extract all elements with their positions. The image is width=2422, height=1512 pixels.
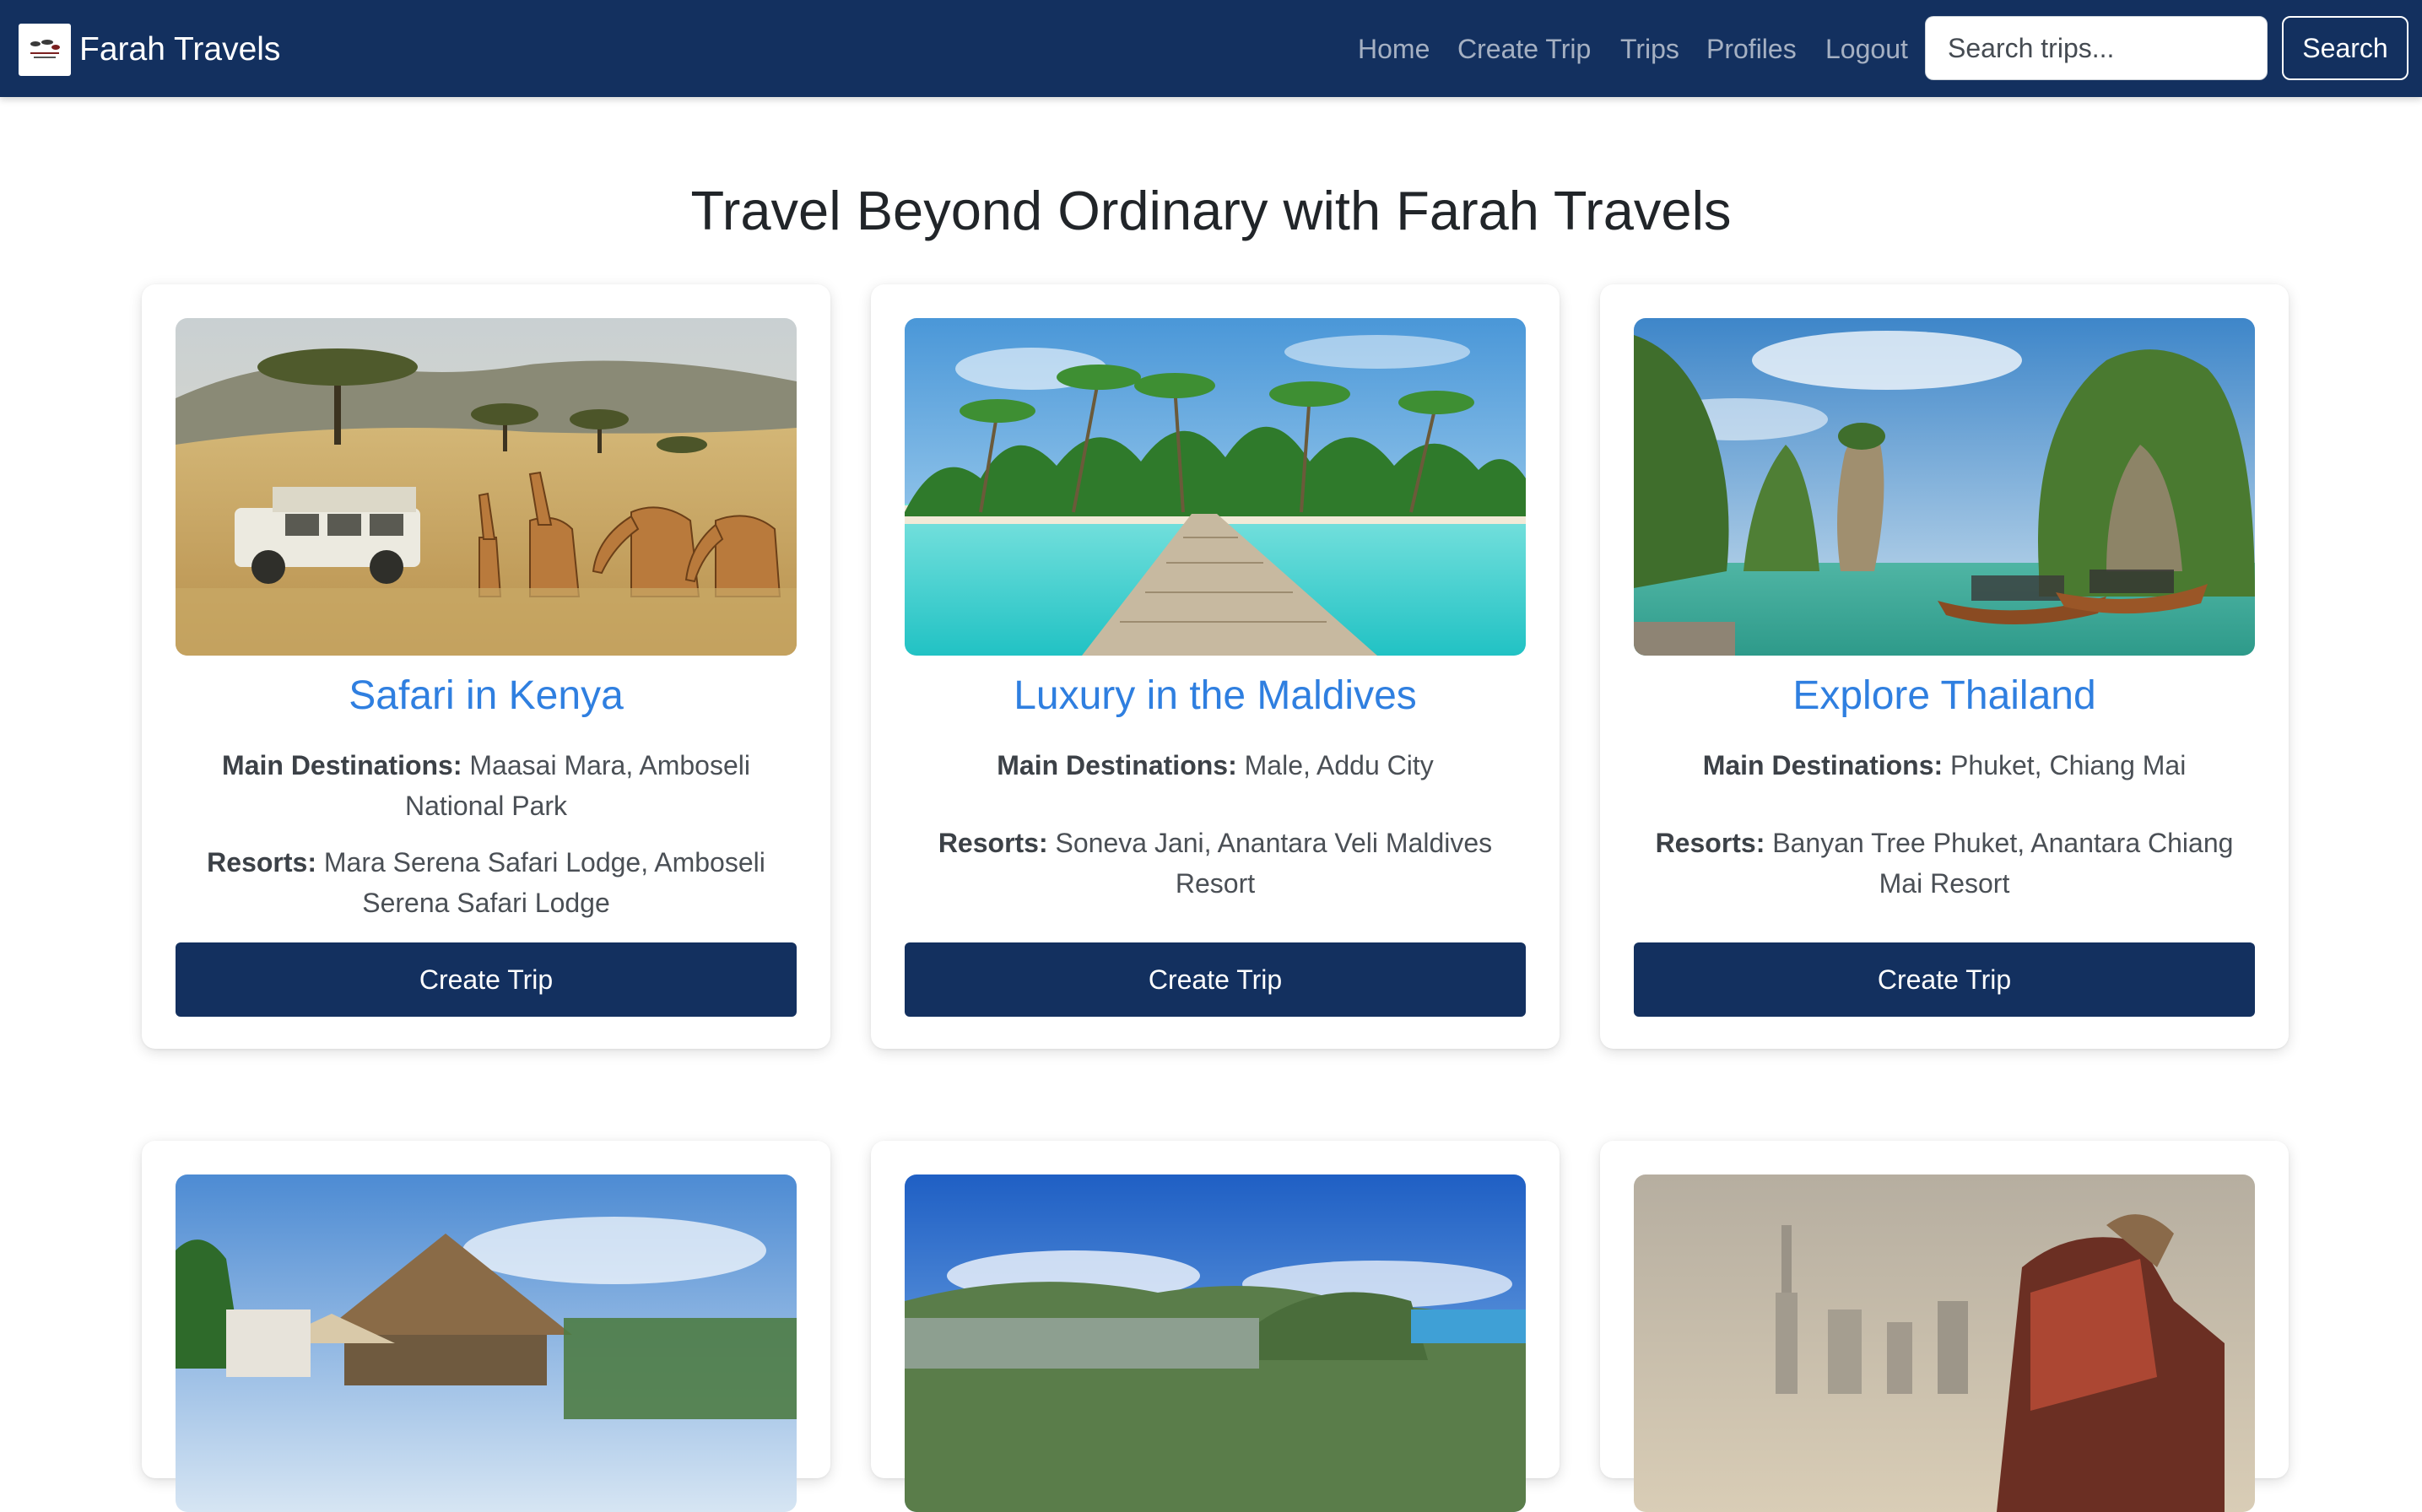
trip-image-maldives [905, 318, 1526, 656]
destinations-label: Main Destinations: [1702, 750, 1944, 780]
brand-logo [19, 24, 71, 76]
trip-resorts-thailand: Resorts: Banyan Tree Phuket, Anantara Ch… [1642, 823, 2246, 904]
trip-card-row2-1 [142, 1141, 830, 1512]
trip-card-thailand: Explore Thailand Main Destinations: Phuk… [1600, 284, 2289, 1049]
trip-card-maldives: Luxury in the Maldives Main Destinations… [871, 284, 1560, 1049]
trip-image-coast [905, 1174, 1526, 1512]
trip-image-resort [176, 1174, 797, 1512]
nav-link-trips[interactable]: Trips [1620, 30, 1679, 68]
resorts-label: Resorts: [1655, 828, 1765, 858]
trip-title-maldives[interactable]: Luxury in the Maldives [871, 671, 1560, 721]
nav-link-profiles[interactable]: Profiles [1706, 30, 1797, 68]
create-trip-button-thailand[interactable]: Create Trip [1634, 942, 2255, 1017]
trip-image-kenya [176, 318, 797, 656]
brand-title: Farah Travels [79, 31, 281, 68]
page-title: Travel Beyond Ordinary with Farah Travel… [690, 180, 1732, 241]
trip-title-thailand[interactable]: Explore Thailand [1600, 671, 2289, 721]
trip-title-kenya[interactable]: Safari in Kenya [142, 671, 830, 721]
resorts-label: Resorts: [207, 847, 316, 878]
trip-destinations-thailand: Main Destinations: Phuket, Chiang Mai [1642, 745, 2246, 786]
top-navbar: Farah Travels Home Create Trip Trips Pro… [0, 0, 2422, 97]
resorts-value: Soneva Jani, Anantara Veli Maldives Reso… [1055, 828, 1493, 899]
search-button[interactable]: Search [2282, 16, 2408, 80]
trip-image-thailand [1634, 318, 2255, 656]
brand-link[interactable]: Farah Travels [19, 24, 280, 76]
trip-image-desert [1634, 1174, 2255, 1512]
search-input[interactable] [1925, 16, 2268, 80]
trip-destinations-maldives: Main Destinations: Male, Addu City [913, 745, 1517, 786]
nav-link-logout[interactable]: Logout [1825, 30, 1908, 68]
destinations-label: Main Destinations: [222, 750, 462, 780]
trip-resorts-kenya: Resorts: Mara Serena Safari Lodge, Ambos… [184, 842, 788, 923]
destinations-label: Main Destinations: [997, 750, 1237, 780]
resorts-label: Resorts: [938, 828, 1048, 858]
trip-resorts-maldives: Resorts: Soneva Jani, Anantara Veli Mald… [913, 823, 1517, 904]
create-trip-button-maldives[interactable]: Create Trip [905, 942, 1526, 1017]
resorts-value: Banyan Tree Phuket, Anantara Chiang Mai … [1772, 828, 2234, 899]
trip-card-row2-3 [1600, 1141, 2289, 1512]
destinations-value: Phuket, Chiang Mai [1950, 750, 2187, 780]
trip-card-kenya: Safari in Kenya Main Destinations: Maasa… [142, 284, 830, 1049]
create-trip-button-kenya[interactable]: Create Trip [176, 942, 797, 1017]
destinations-value: Male, Addu City [1244, 750, 1434, 780]
nav-link-create-trip[interactable]: Create Trip [1457, 30, 1591, 68]
nav-link-home[interactable]: Home [1358, 30, 1430, 68]
resorts-value: Mara Serena Safari Lodge, Amboseli Seren… [323, 847, 765, 918]
trip-destinations-kenya: Main Destinations: Maasai Mara, Amboseli… [184, 745, 788, 826]
trip-card-row2-2 [871, 1141, 1560, 1512]
